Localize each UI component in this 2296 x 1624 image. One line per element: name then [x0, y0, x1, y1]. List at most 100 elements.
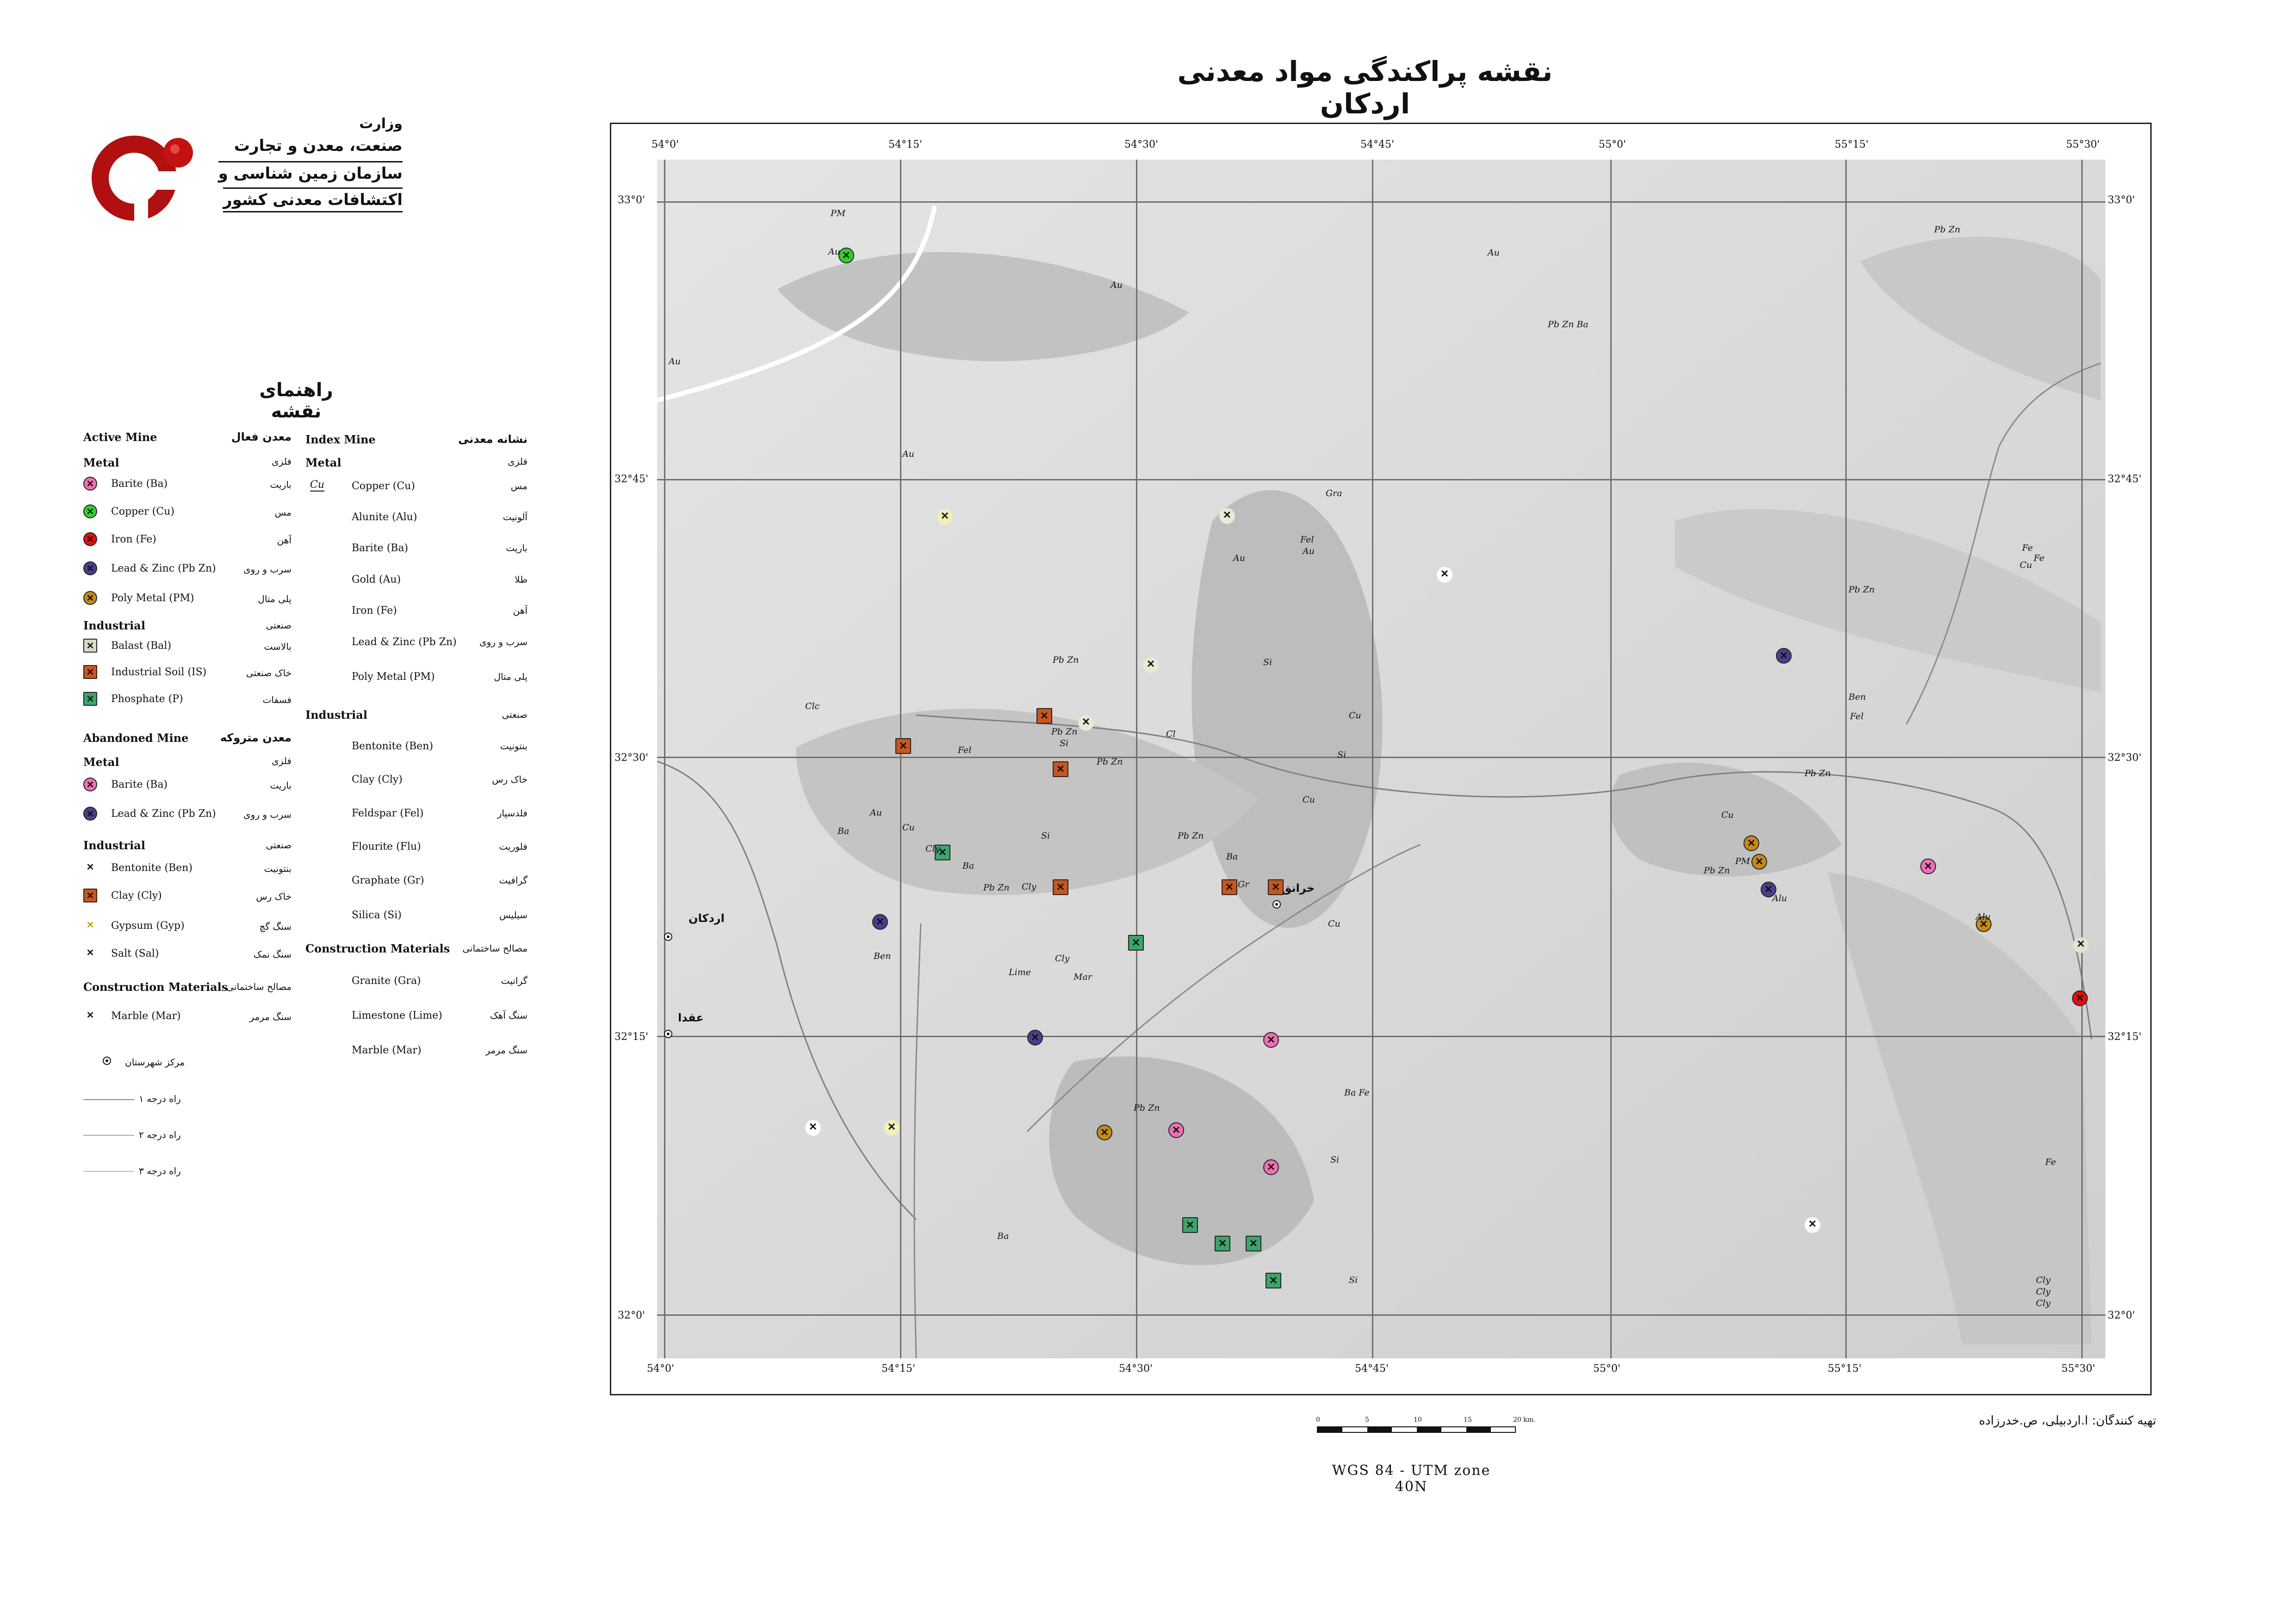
barite-mine-symbol[interactable]: ✕ [1168, 1122, 1184, 1138]
legend-item: Barite (Ba) [111, 478, 168, 490]
legend-index-metal-en: Metal [305, 456, 341, 469]
barite-mine-symbol[interactable]: ✕ [1920, 859, 1936, 874]
phosphate-mine-symbol[interactable]: ✕ [1215, 1236, 1230, 1251]
graticule-lon-55-0 [1610, 160, 1612, 1358]
marble-mine-symbol[interactable]: ✕ [1078, 715, 1094, 731]
marble-mine-symbol[interactable]: ✕ [1219, 508, 1235, 524]
graticule-lon-54-30 [1136, 160, 1137, 1358]
legend-item-fa: خاک صنعتی [246, 667, 292, 678]
balast-mine-symbol[interactable]: ✕ [2073, 937, 2089, 953]
clay-mine-symbol[interactable]: ✕ [895, 738, 911, 754]
phosphate-mine-symbol[interactable]: ✕ [1246, 1236, 1261, 1251]
org-line-2: صنعت، معدن و تجارت [234, 137, 403, 155]
lead-zinc-mine-symbol[interactable]: ✕ [1027, 1030, 1043, 1045]
phosphate-mine-symbol[interactable]: ✕ [1182, 1217, 1198, 1233]
index-label: Pb Zn [1053, 655, 1079, 665]
legend-item-fa: سنگ مرمر [485, 1045, 527, 1056]
legend-iron-symbol: ✕ [83, 532, 97, 546]
index-label: Ba [997, 1231, 1009, 1241]
tick-top: 55°15' [1835, 139, 1869, 150]
index-label: Si [1349, 1275, 1358, 1285]
legend-item-fa: آهن [277, 535, 292, 546]
clay-mine-symbol[interactable]: ✕ [1036, 708, 1052, 724]
copper-mine-symbol[interactable]: ✕ [838, 248, 854, 263]
legend-item: Copper (Cu) [111, 506, 174, 517]
tick-top: 54°0' [652, 139, 679, 150]
phosphate-mine-symbol[interactable]: ✕ [1128, 935, 1144, 951]
city-ardakan-label: اردکان [689, 912, 725, 925]
tick-left: 32°30' [614, 752, 649, 764]
legend-item-fa: باریت [270, 780, 292, 791]
salt-mine-symbol[interactable]: ✕ [1437, 567, 1452, 583]
index-label: Alu [1976, 912, 1991, 922]
org-line-3: سازمان زمین شناسی و [218, 161, 403, 183]
city-aqda-symbol[interactable] [664, 1030, 672, 1038]
poly-metal-mine-symbol[interactable]: ✕ [1751, 854, 1767, 870]
index-label: Au [870, 808, 882, 818]
phosphate-mine-symbol[interactable]: ✕ [1266, 1273, 1281, 1288]
tick-top: 54°15' [888, 139, 923, 150]
legend-industrial-soil-symbol: ✕ [83, 665, 97, 679]
legend-phosphate-symbol: ✕ [83, 692, 97, 706]
city-ardakan-symbol[interactable] [664, 933, 672, 941]
graticule-lat-32-45 [657, 479, 2105, 480]
index-label: Alu [1772, 893, 1787, 903]
legend-active-metal-en: Metal [83, 456, 119, 469]
poly-metal-mine-symbol[interactable]: ✕ [1097, 1125, 1112, 1140]
legend-abandoned-metal-en: Metal [83, 755, 119, 769]
legend-item-fa: بالاست [264, 641, 292, 652]
iron-mine-symbol[interactable]: ✕ [2072, 990, 2088, 1006]
barite-mine-symbol[interactable]: ✕ [1263, 1032, 1279, 1048]
legend-item-fa: سرب و روی [243, 809, 292, 820]
clay-mine-symbol[interactable]: ✕ [1053, 761, 1068, 777]
legend-misc: راه درجه ۳ [139, 1165, 181, 1176]
tick-left: 33°0' [618, 194, 645, 206]
barite-mine-symbol[interactable]: ✕ [1263, 1159, 1279, 1175]
map-area[interactable]: اردکان عقدا خرانق ✕ ✕ ✕ ✕ ✕ ✕ ✕ ✕ ✕ ✕ ✕ … [657, 160, 2105, 1358]
legend-active-heading-fa: معدن فعال [231, 430, 292, 443]
index-label: Fel [1850, 711, 1864, 722]
legend-active-heading-en: Active Mine [83, 430, 157, 444]
index-label: Cu [2020, 560, 2032, 570]
city-kharanaq-symbol[interactable] [1272, 900, 1281, 908]
poly-metal-mine-symbol[interactable]: ✕ [1744, 835, 1759, 851]
gypsum-mine-symbol[interactable]: ✕ [884, 1120, 900, 1136]
legend-index-sample-symbol: Cu [310, 479, 325, 492]
index-label: Fel [1300, 535, 1314, 545]
graticule-lat-32-30 [657, 757, 2105, 758]
legend-item-fa: سرب و روی [479, 636, 527, 647]
marble-mine-symbol[interactable]: ✕ [1143, 657, 1159, 673]
legend-barite-symbol: ✕ [83, 477, 97, 491]
legend-item: Limestone (Lime) [352, 1010, 442, 1021]
legend-item-fa: فلدسپار [497, 808, 527, 819]
legend-bentonite-symbol: ✕ [86, 861, 94, 872]
index-label: Cu [1328, 919, 1340, 929]
legend-index-industrial-en: Industrial [305, 708, 367, 722]
organization-logo-block: وزارت صنعت، معدن و تجارت سازمان زمین شنا… [79, 116, 403, 236]
lead-zinc-mine-symbol[interactable]: ✕ [872, 914, 888, 930]
legend-item: Industrial Soil (IS) [111, 666, 207, 678]
index-label: Pb Zn [1704, 865, 1730, 876]
index-label: Cly [1055, 953, 1070, 964]
scale-label: 0 [1316, 1416, 1320, 1424]
terrain-layer [657, 160, 2105, 1358]
legend-item-fa: سنگ گچ [259, 921, 292, 932]
legend-abandoned-barite-symbol: ✕ [83, 778, 97, 791]
index-label: Pb Zn [1934, 224, 1961, 235]
graticule-lon-55-15 [1845, 160, 1847, 1358]
graticule-lat-32-0 [657, 1314, 2105, 1316]
clay-mine-symbol[interactable]: ✕ [1053, 879, 1068, 895]
legend-item: Bentonite (Ben) [111, 862, 193, 874]
legend-balast-symbol: ✕ [83, 639, 97, 653]
legend-item-fa: خاک رس [256, 891, 292, 902]
lead-zinc-mine-symbol[interactable]: ✕ [1776, 648, 1792, 664]
clay-mine-symbol[interactable]: ✕ [1222, 879, 1237, 895]
index-label: Pb Zn [983, 883, 1010, 893]
graticule-lon-54-45 [1372, 160, 1373, 1358]
clay-mine-symbol[interactable]: ✕ [1268, 879, 1284, 895]
salt-mine-symbol[interactable]: ✕ [805, 1120, 821, 1136]
gypsum-mine-symbol[interactable]: ✕ [937, 509, 953, 525]
legend-item-fa: باریت [270, 479, 292, 490]
bentonite-mine-symbol[interactable]: ✕ [1805, 1217, 1820, 1233]
legend-item: Marble (Mar) [111, 1010, 181, 1022]
